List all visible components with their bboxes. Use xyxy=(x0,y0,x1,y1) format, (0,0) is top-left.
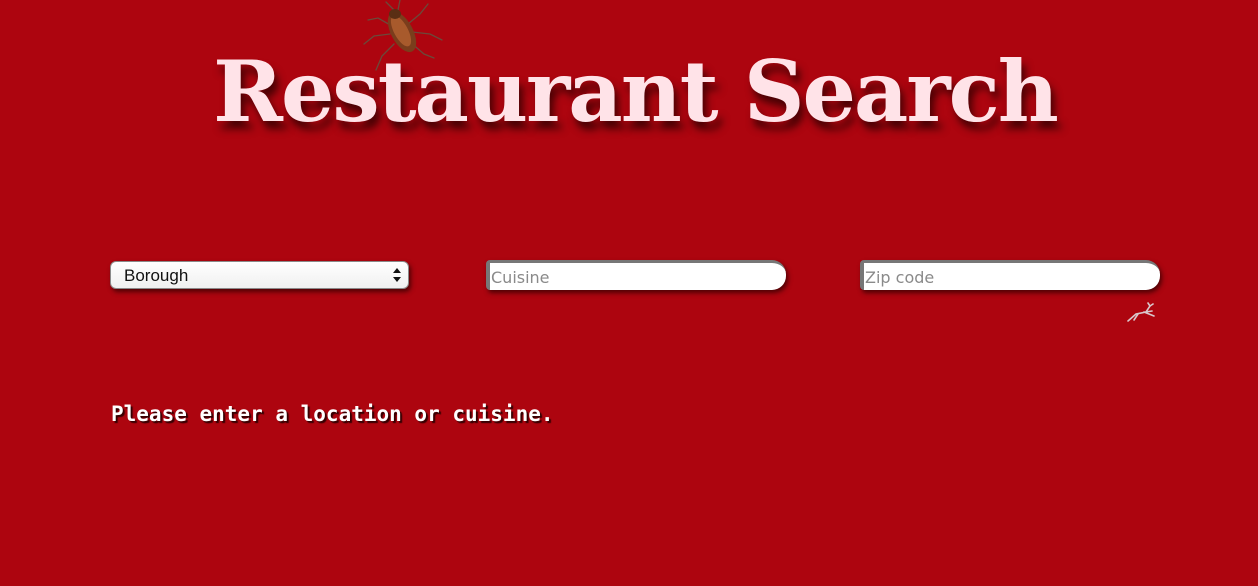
borough-select[interactable]: Borough xyxy=(110,261,409,289)
page: Restaurant Search Borough Cuisine Zip co… xyxy=(0,0,1258,586)
status-message: Please enter a location or cuisine. xyxy=(111,402,554,426)
page-title: Restaurant Search xyxy=(213,42,1059,141)
leaping-deer-icon xyxy=(1127,302,1155,322)
cuisine-input[interactable] xyxy=(486,260,786,290)
borough-select-value: Borough xyxy=(124,266,189,285)
cockroach-icon xyxy=(363,0,443,71)
updown-arrows-icon xyxy=(393,268,401,282)
zip-code-input[interactable] xyxy=(860,260,1160,290)
